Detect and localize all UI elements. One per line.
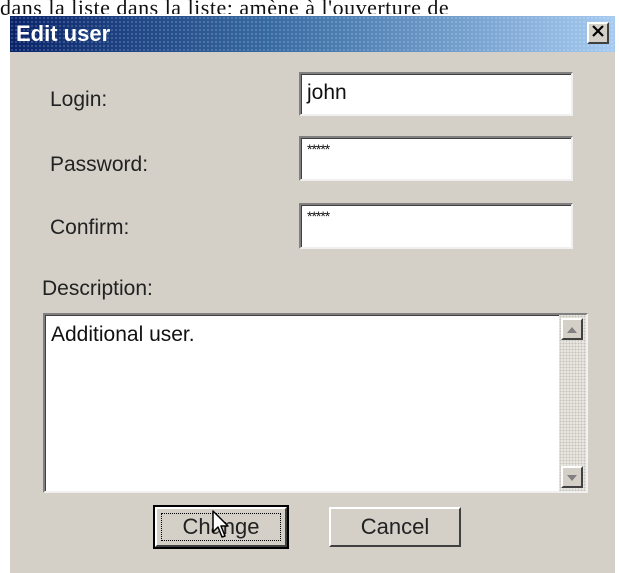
cancel-button[interactable]: Cancel <box>329 507 461 547</box>
scroll-down-arrow-icon <box>567 468 577 486</box>
scroll-up-arrow-icon <box>567 320 577 338</box>
scroll-up-button[interactable] <box>561 318 583 340</box>
login-value: john <box>307 81 347 104</box>
close-icon <box>592 24 604 42</box>
scroll-down-button[interactable] <box>561 466 583 488</box>
description-label: Description: <box>42 277 153 300</box>
description-scrollbar[interactable] <box>559 315 586 491</box>
mouse-pointer-icon <box>212 510 232 545</box>
password-field[interactable]: ***** <box>299 136 573 181</box>
confirm-field[interactable]: ***** <box>299 203 573 249</box>
close-button[interactable] <box>587 22 609 44</box>
title-bar[interactable]: Edit user <box>10 16 615 52</box>
password-value: ***** <box>307 141 330 157</box>
dialog-title: Edit user <box>16 21 111 46</box>
confirm-value: ***** <box>307 208 330 224</box>
cancel-button-label: Cancel <box>360 514 430 539</box>
edit-user-dialog: Edit user Login: john Password: ***** Co… <box>8 14 615 573</box>
password-label: Password: <box>50 153 149 176</box>
login-label: Login: <box>50 88 108 111</box>
description-textarea[interactable]: Additional user. <box>43 313 588 493</box>
login-field[interactable]: john <box>299 72 573 116</box>
description-value: Additional user. <box>51 323 195 346</box>
confirm-label: Confirm: <box>50 216 130 239</box>
